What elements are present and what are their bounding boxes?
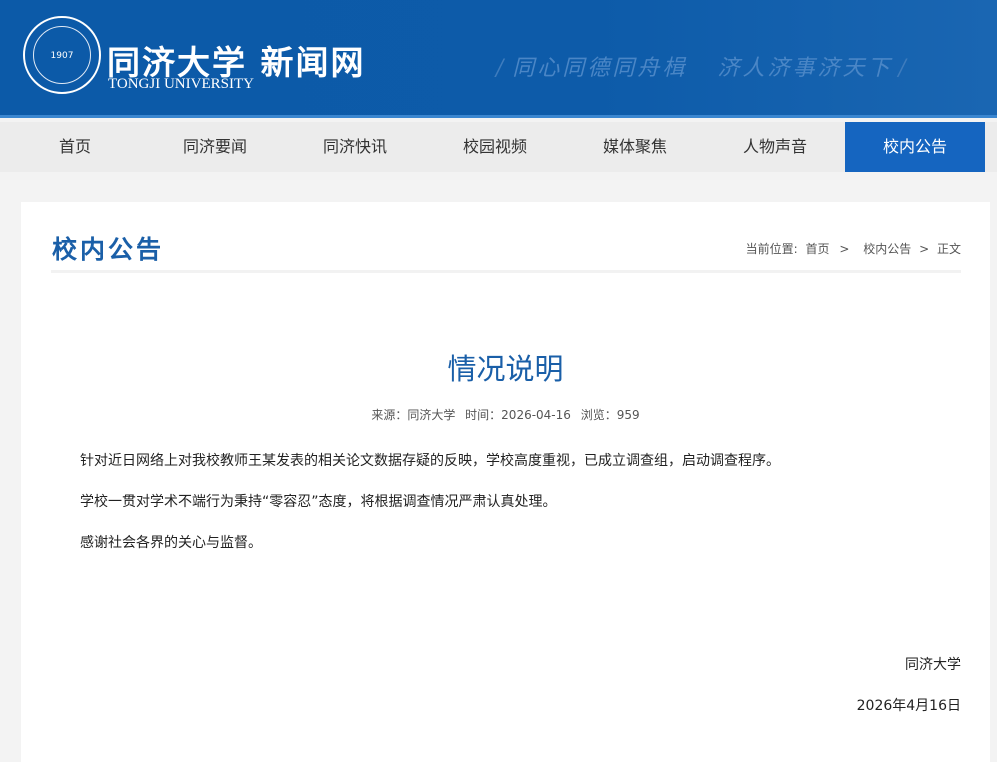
article-signature: 同济大学 [905,657,961,673]
article-paragraph: 学校一贯对学术不端行为秉持“零容忍”态度，将根据调查情况严肃认真处理。 [80,494,557,510]
article-title: 情况说明 [447,352,564,386]
breadcrumb-home[interactable]: 首页 [806,242,830,256]
nav-item-home[interactable]: 首页 [5,122,145,172]
motto-line-2: 济人济事济天下 [717,56,893,81]
article-views: 浏览：959 [580,408,640,422]
breadcrumb-current: 正文 [936,242,961,256]
nav-item-news[interactable]: 同济要闻 [145,122,285,172]
article-time: 时间：2026-04-16 [465,408,571,422]
content-card: 校内公告 当前位置: 首页 > 校内公告 > 正文 情况说明 来源：同济大学 时… [21,202,990,762]
motto: / 同心同德同舟楫 济人济事济天下 / [496,56,909,81]
university-seal-logo[interactable]: 1907 [23,16,101,94]
breadcrumb-sep: > [839,242,850,256]
divider [51,270,961,273]
nav-item-video[interactable]: 校园视频 [425,122,565,172]
site-header: 1907 同济大学 新闻网 TONGJI UNIVERSITY / 同心同德同舟楫… [0,0,997,118]
breadcrumb-notices[interactable]: 校内公告 [863,242,911,256]
motto-line-1: 同心同德同舟楫 [512,56,688,81]
breadcrumb-prefix: 当前位置: [745,242,798,256]
nav-item-notices[interactable]: 校内公告 [845,122,985,172]
section-title: 校内公告 [52,235,165,264]
nav-item-people[interactable]: 人物声音 [705,122,845,172]
logo-subtitle: TONGJI UNIVERSITY [108,76,254,92]
article-date: 2026年4月16日 [856,698,961,714]
article-paragraph: 针对近日网络上对我校教师王某发表的相关论文数据存疑的反映，学校高度重视，已成立调… [80,453,780,469]
article-source: 来源：同济大学 [371,408,456,422]
nav-item-media[interactable]: 媒体聚焦 [565,122,705,172]
breadcrumb-sep: > [919,242,930,256]
seal-year: 1907 [33,26,91,84]
main-nav: 首页 同济要闻 同济快讯 校园视频 媒体聚焦 人物声音 校内公告 [0,122,997,172]
article-meta: 来源：同济大学 时间：2026-04-16 浏览：959 [21,406,990,423]
article-paragraph: 感谢社会各界的关心与监督。 [80,535,262,551]
nav-item-flash[interactable]: 同济快讯 [285,122,425,172]
breadcrumb: 当前位置: 首页 > 校内公告 > 正文 [742,240,961,257]
